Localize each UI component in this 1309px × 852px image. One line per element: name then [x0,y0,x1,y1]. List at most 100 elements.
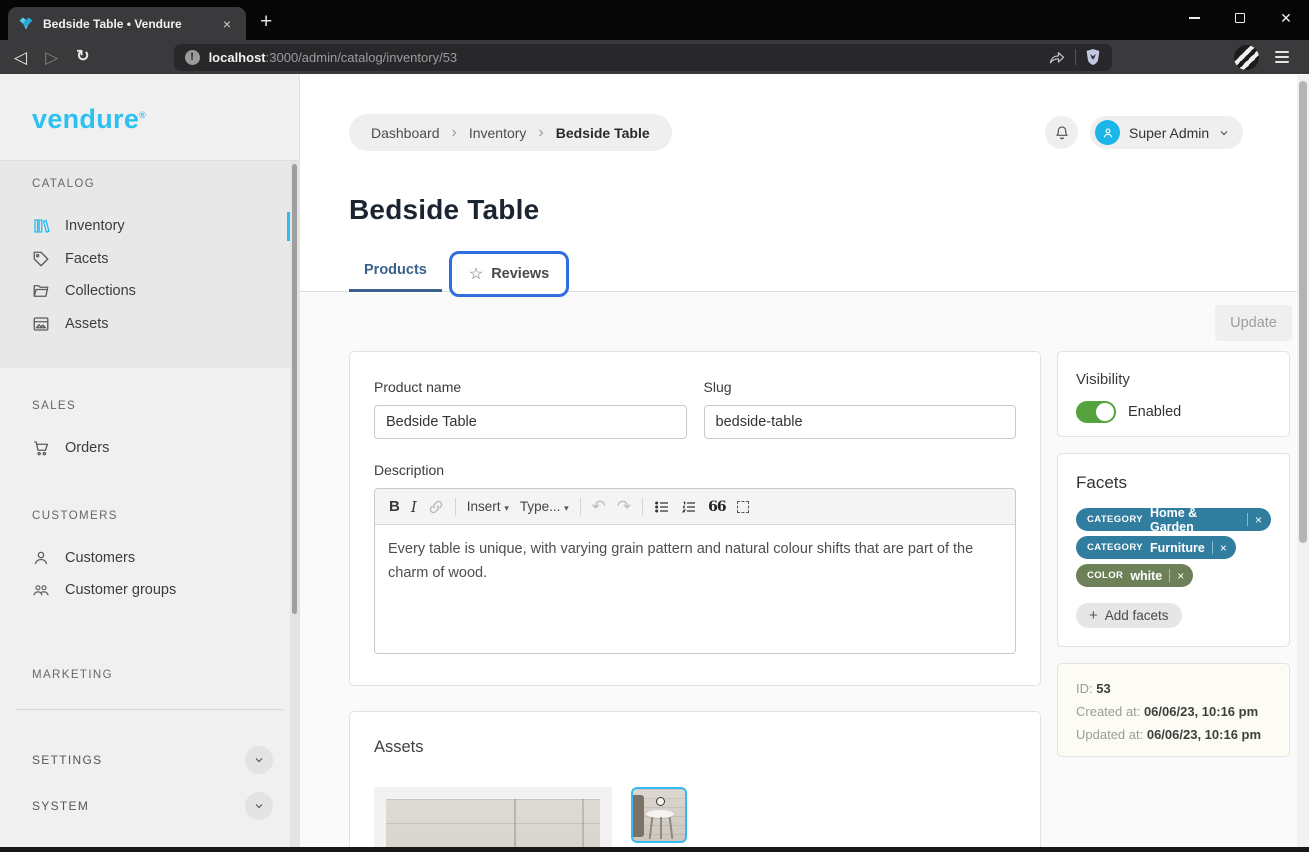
product-name-input[interactable] [374,405,687,439]
sidebar-section-settings[interactable]: SETTINGS [32,746,273,774]
minimize-button[interactable] [1171,0,1217,36]
browser-tab[interactable]: Bedside Table • Vendure × [8,7,246,40]
sidebar-item-assets[interactable]: Assets [0,308,299,341]
breadcrumb-separator: › [538,124,543,142]
sidebar-item-facets[interactable]: Facets [0,243,299,276]
page-scrollbar-track[interactable] [1297,75,1309,847]
section-header-system: SYSTEM [32,799,89,813]
sidebar-item-customers[interactable]: Customers [0,542,299,575]
tab-close-icon[interactable]: × [218,16,236,32]
sidebar-section-marketing: MARKETING [0,669,299,681]
sidebar-item-label: Facets [65,251,109,267]
ordered-list-icon[interactable] [681,499,697,515]
sidebar-item-inventory[interactable]: Inventory [0,210,299,243]
plus-icon: + [1089,607,1098,624]
code-block-icon[interactable] [737,501,749,513]
slug-input[interactable] [704,405,1017,439]
breadcrumb-dashboard[interactable]: Dashboard [371,125,440,141]
facet-chip: COLOR white × [1076,564,1193,587]
browser-toolbar: ◁ ▷ ↻ ! localhost:3000/admin/catalog/inv… [0,40,1309,74]
sidebar-section-system[interactable]: SYSTEM [32,792,273,820]
menu-icon[interactable] [1275,51,1289,63]
vendure-logo[interactable]: vendure® [32,104,146,134]
enabled-label: Enabled [1128,404,1181,420]
sidebar-item-label: Collections [65,283,136,299]
update-button[interactable]: Update [1215,305,1292,341]
facet-chip: CATEGORY Home & Garden × [1076,508,1271,531]
redo-icon[interactable]: ↷ [617,498,631,515]
bell-icon [1054,125,1070,141]
editor-toolbar: B I Insert ▾ Type... ▾ ↶ ↷ [375,489,1015,525]
sidebar-item-customer-groups[interactable]: Customer groups [0,574,299,607]
sidebar-scrollbar-thumb[interactable] [292,164,297,614]
chevron-down-icon [1218,127,1230,139]
image-icon [32,315,50,333]
star-icon: ☆ [469,264,483,284]
breadcrumb-inventory[interactable]: Inventory [469,125,527,141]
tab-products[interactable]: Products [349,251,442,292]
facets-card: Facets CATEGORY Home & Garden × CATEGORY… [1057,453,1290,647]
close-button[interactable]: ✕ [1263,0,1309,36]
link-icon[interactable] [428,499,444,515]
new-tab-button[interactable]: + [260,10,272,34]
tab-reviews[interactable]: ☆ Reviews [449,251,569,297]
facet-chip: CATEGORY Furniture × [1076,536,1236,559]
slug-label: Slug [704,379,1017,395]
share-icon[interactable] [1048,49,1066,65]
enabled-toggle[interactable] [1076,401,1116,423]
tab-bar: Products ☆ Reviews [349,251,569,297]
forward-button[interactable]: ▷ [45,49,58,66]
created-at: Created at: 06/06/23, 10:16 pm [1076,700,1271,723]
description-text[interactable]: Every table is unique, with varying grai… [375,525,1015,653]
chevron-down-icon[interactable] [245,746,273,774]
italic-button[interactable]: I [411,498,417,516]
user-menu[interactable]: Super Admin [1090,116,1243,149]
add-facets-button[interactable]: + Add facets [1076,603,1182,628]
description-label: Description [374,462,1016,478]
assets-card: Assets [349,711,1041,852]
sidebar-section-catalog: CATALOG Inventory Facets [0,160,299,368]
table-leg-shape [649,817,653,839]
insert-dropdown[interactable]: Insert ▾ [467,499,509,514]
toolbar-right [1112,45,1295,70]
bold-button[interactable]: B [389,498,400,515]
visibility-title: Visibility [1076,371,1271,388]
chip-divider [1169,569,1170,582]
maximize-button[interactable] [1217,0,1263,36]
blockquote-icon[interactable]: 66 [708,499,725,515]
toolbar-divider [580,498,581,516]
table-leg-shape [669,817,673,839]
reload-button[interactable]: ↻ [76,49,89,65]
remove-facet-icon[interactable]: × [1177,570,1184,582]
cart-icon [32,439,50,457]
profile-avatar[interactable] [1234,45,1259,70]
sidebar-item-collections[interactable]: Collections [0,275,299,308]
facets-title: Facets [1076,473,1271,493]
page-title: Bedside Table [349,194,539,226]
brave-shield-icon[interactable] [1085,48,1101,66]
page-scrollbar-thumb[interactable] [1299,81,1307,543]
logo-area: vendure® [0,74,299,160]
remove-facet-icon[interactable]: × [1255,514,1262,526]
undo-icon[interactable]: ↶ [592,498,606,515]
asset-thumbnail-selected[interactable] [631,787,687,843]
chip-divider [1212,541,1213,554]
site-info-icon[interactable]: ! [185,50,200,65]
chevron-down-icon[interactable] [245,792,273,820]
address-bar[interactable]: ! localhost:3000/admin/catalog/inventory… [174,44,1112,71]
window-controls: ✕ [1171,0,1309,36]
sidebar-item-orders[interactable]: Orders [0,432,299,465]
section-header-customers: CUSTOMERS [32,510,299,522]
facet-group-label: CATEGORY [1087,514,1143,525]
type-dropdown[interactable]: Type... ▾ [520,499,569,514]
updated-at: Updated at: 06/06/23, 10:16 pm [1076,723,1271,746]
remove-facet-icon[interactable]: × [1220,542,1227,554]
back-button[interactable]: ◁ [14,49,27,66]
tag-icon [32,250,50,268]
facet-value-label: white [1130,569,1162,583]
featured-asset[interactable] [374,787,612,852]
facet-group-label: COLOR [1087,570,1123,581]
bullet-list-icon[interactable] [654,499,670,515]
assets-title: Assets [374,738,1016,757]
notifications-button[interactable] [1045,116,1078,149]
